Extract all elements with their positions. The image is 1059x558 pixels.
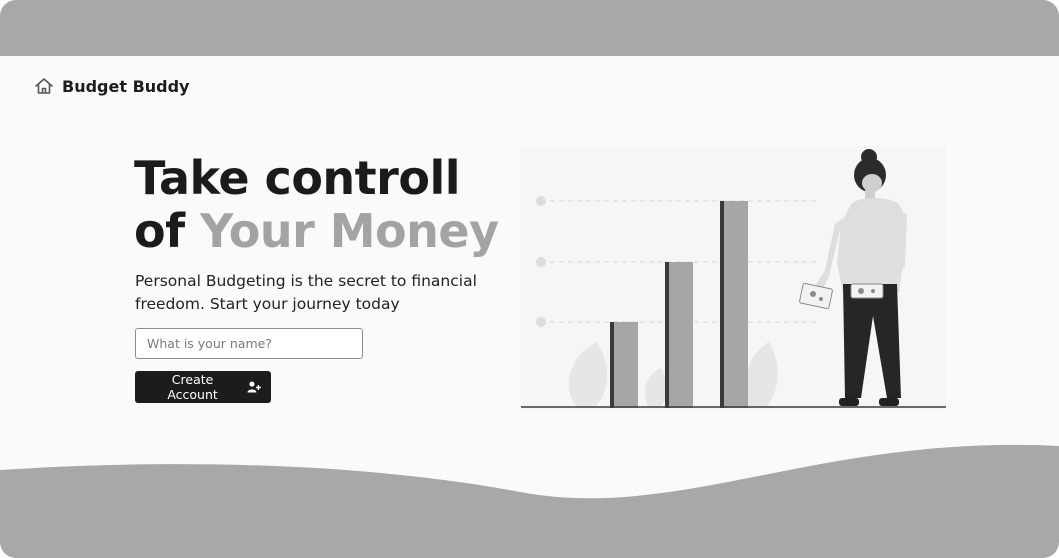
create-account-label: Create Account: [167, 372, 218, 402]
finance-illustration: [521, 146, 946, 411]
create-account-button[interactable]: Create Account: [135, 371, 271, 403]
bottom-wave: [0, 444, 1059, 558]
name-input[interactable]: [135, 328, 363, 359]
cash-note-right: [850, 283, 884, 299]
hero-subtitle: Personal Budgeting is the secret to fina…: [135, 272, 477, 313]
hero-title: Take controll of Your Money: [134, 152, 499, 258]
brand-name: Budget Buddy: [62, 76, 190, 96]
home-icon: [35, 78, 53, 94]
hero-title-accent: Your Money: [200, 204, 499, 258]
hero-title-of: of: [134, 204, 201, 258]
top-band: [0, 0, 1059, 56]
app-window: Budget Buddy Take controll of Your Money…: [0, 0, 1059, 558]
brand-logo[interactable]: Budget Buddy: [34, 76, 189, 96]
hero-title-line1: Take controll: [134, 151, 461, 205]
user-plus-icon: [247, 381, 261, 393]
